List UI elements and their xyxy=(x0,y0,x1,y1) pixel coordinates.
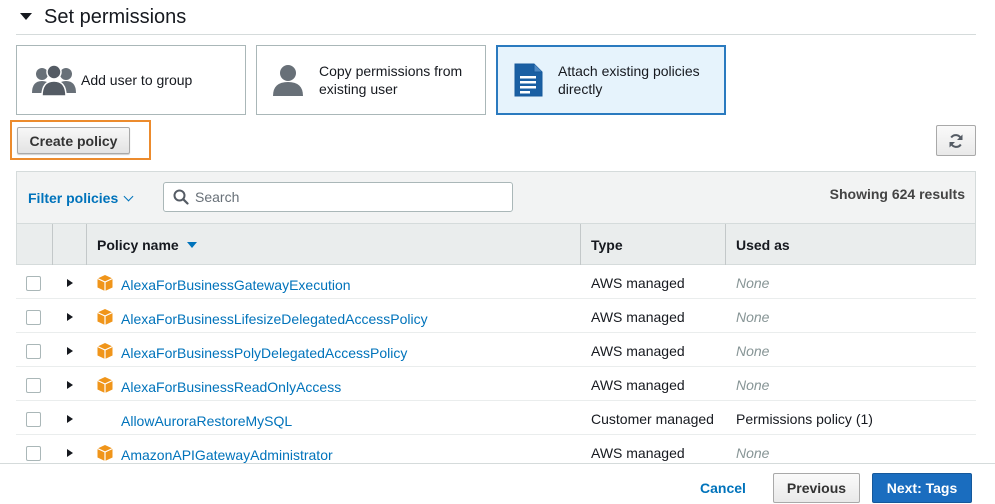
section-title: Set permissions xyxy=(44,5,187,28)
table-row: AlexaForBusinessPolyDelegatedAccessPolic… xyxy=(16,333,976,367)
expand-arrow-icon[interactable] xyxy=(67,415,73,423)
table-row: AllowAuroraRestoreMySQL Customer managed… xyxy=(16,401,976,435)
group-icon xyxy=(31,63,77,97)
table-row: AlexaForBusinessGatewayExecution AWS man… xyxy=(16,265,976,299)
policy-type: AWS managed xyxy=(591,343,685,359)
document-icon xyxy=(512,62,544,98)
refresh-icon xyxy=(948,133,964,149)
table-row: AlexaForBusinessLifesizeDelegatedAccessP… xyxy=(16,299,976,333)
section-header[interactable]: Set permissions xyxy=(16,0,976,35)
expand-arrow-icon[interactable] xyxy=(67,381,73,389)
policy-used-as: None xyxy=(736,377,770,393)
row-checkbox[interactable] xyxy=(26,276,41,291)
wizard-footer: Cancel Previous Next: Tags xyxy=(0,463,995,504)
user-icon xyxy=(271,63,305,97)
table-row: AlexaForBusinessReadOnlyAccess AWS manag… xyxy=(16,367,976,401)
sort-desc-icon[interactable] xyxy=(186,241,197,248)
policy-name-link[interactable]: AlexaForBusinessReadOnlyAccess xyxy=(121,379,341,395)
policy-type: AWS managed xyxy=(591,275,685,291)
row-checkbox[interactable] xyxy=(26,378,41,393)
copy-permissions-option[interactable]: Copy permissions from existing user xyxy=(256,45,486,115)
policy-table-body: AlexaForBusinessGatewayExecution AWS man… xyxy=(16,265,976,469)
cancel-link[interactable]: Cancel xyxy=(700,480,746,496)
refresh-button[interactable] xyxy=(936,125,976,156)
caret-down-icon[interactable] xyxy=(20,12,32,20)
copy-permissions-label: Copy permissions from existing user xyxy=(319,63,463,97)
previous-button[interactable]: Previous xyxy=(773,473,860,503)
policy-name-link[interactable]: AlexaForBusinessGatewayExecution xyxy=(121,277,351,293)
policy-type: AWS managed xyxy=(591,445,685,461)
search-input[interactable] xyxy=(195,189,495,205)
next-tags-button[interactable]: Next: Tags xyxy=(872,473,972,503)
policy-used-as: None xyxy=(736,309,770,325)
package-icon xyxy=(96,274,114,295)
column-used-as[interactable]: Used as xyxy=(726,224,976,265)
policy-type: AWS managed xyxy=(591,377,685,393)
policy-name-link[interactable]: AllowAuroraRestoreMySQL xyxy=(121,413,292,429)
attach-policies-label: Attach existing policies directly xyxy=(558,63,700,97)
filter-bar: Filter policies Showing 624 results xyxy=(16,171,976,223)
column-type[interactable]: Type xyxy=(581,224,726,265)
column-policy-name[interactable]: Policy name xyxy=(87,224,581,265)
row-checkbox[interactable] xyxy=(26,446,41,461)
add-user-to-group-label: Add user to group xyxy=(81,72,193,88)
expand-arrow-icon[interactable] xyxy=(67,347,73,355)
policy-name-link[interactable]: AlexaForBusinessLifesizeDelegatedAccessP… xyxy=(121,311,428,327)
create-policy-button[interactable]: Create policy xyxy=(17,127,130,154)
chevron-down-icon xyxy=(123,191,134,201)
create-policy-highlight: Create policy xyxy=(10,120,151,160)
policy-type: AWS managed xyxy=(591,309,685,325)
package-icon xyxy=(96,342,114,363)
add-user-to-group-option[interactable]: Add user to group xyxy=(16,45,246,115)
select-all-column xyxy=(17,224,53,265)
expand-arrow-icon[interactable] xyxy=(67,313,73,321)
policy-used-as: None xyxy=(736,343,770,359)
expand-column xyxy=(53,224,87,265)
package-icon xyxy=(96,308,114,329)
attach-policies-option[interactable]: Attach existing policies directly xyxy=(496,45,726,115)
column-used-as-label: Used as xyxy=(736,236,790,253)
policy-used-as: None xyxy=(736,445,770,461)
policy-name-link[interactable]: AlexaForBusinessPolyDelegatedAccessPolic… xyxy=(121,345,407,361)
column-policy-name-label: Policy name xyxy=(97,236,179,253)
results-count: Showing 624 results xyxy=(829,186,965,202)
search-icon xyxy=(173,189,189,205)
row-checkbox[interactable] xyxy=(26,412,41,427)
row-checkbox[interactable] xyxy=(26,344,41,359)
policy-name-link[interactable]: AmazonAPIGatewayAdministrator xyxy=(121,447,333,463)
filter-policies-dropdown[interactable]: Filter policies xyxy=(28,190,134,206)
package-icon xyxy=(96,376,114,397)
policy-type: Customer managed xyxy=(591,411,714,427)
expand-arrow-icon[interactable] xyxy=(67,449,73,457)
column-type-label: Type xyxy=(591,236,623,253)
search-box[interactable] xyxy=(163,182,513,212)
filter-policies-label: Filter policies xyxy=(28,190,119,206)
policy-used-as: Permissions policy (1) xyxy=(736,411,873,427)
package-icon xyxy=(96,444,114,465)
row-checkbox[interactable] xyxy=(26,310,41,325)
expand-arrow-icon[interactable] xyxy=(67,279,73,287)
policy-used-as: None xyxy=(736,275,770,291)
table-header: Policy name Type Used as xyxy=(16,223,976,265)
